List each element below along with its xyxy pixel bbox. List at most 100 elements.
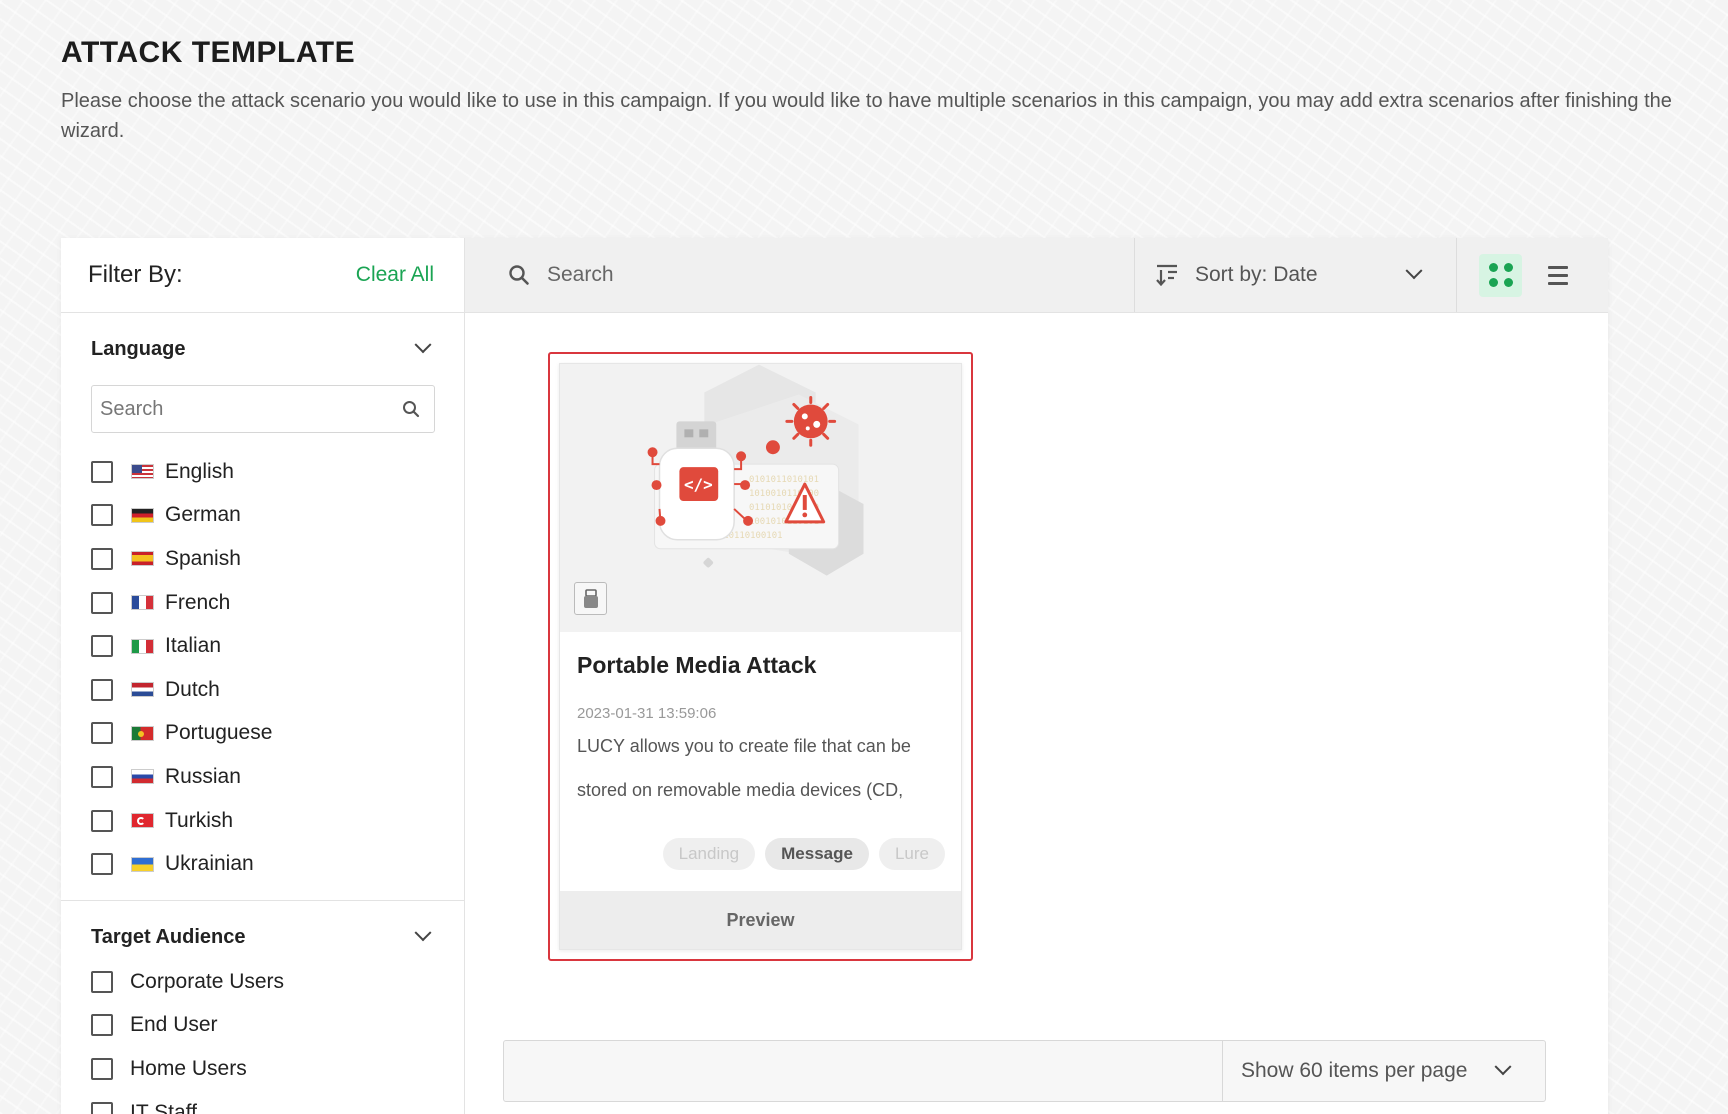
language-option-russian[interactable]: Russian	[91, 755, 435, 799]
language-option-dutch[interactable]: Dutch	[91, 668, 435, 712]
spain-flag-icon	[131, 551, 154, 567]
chevron-down-icon	[414, 924, 432, 942]
checkbox[interactable]	[91, 547, 113, 570]
language-search-box	[91, 385, 435, 433]
card-description: LUCY allows you to create file that can …	[577, 736, 911, 800]
search-icon	[509, 265, 529, 285]
option-label: Italian	[165, 634, 222, 658]
checkbox[interactable]	[91, 765, 113, 788]
items-per-page-dropdown[interactable]: Show 60 items per page	[1222, 1041, 1545, 1101]
language-section-title: Language	[91, 337, 186, 360]
option-label: End User	[130, 1013, 218, 1037]
filter-sidebar: Filter By: Clear All Language English	[61, 238, 465, 1114]
audience-section-title: Target Audience	[91, 925, 246, 948]
items-per-page-label: Show 60 items per page	[1241, 1059, 1468, 1082]
svg-text:</>: </>	[684, 475, 713, 494]
filter-header: Filter By: Clear All	[61, 238, 464, 313]
language-option-french[interactable]: French	[91, 581, 435, 625]
pagination-pages	[504, 1041, 1222, 1101]
template-card-selected[interactable]: 0101011010101 1010010110100 011010101001…	[548, 352, 973, 961]
option-label: Dutch	[165, 677, 220, 701]
template-search	[465, 238, 1135, 312]
option-label: Turkish	[165, 808, 234, 832]
france-flag-icon	[131, 595, 154, 611]
ukraine-flag-icon	[131, 856, 154, 872]
language-option-italian[interactable]: Italian	[91, 624, 435, 668]
option-label: English	[165, 459, 234, 483]
template-search-input[interactable]	[547, 263, 1107, 287]
language-filter: Language English German	[61, 313, 464, 886]
checkbox[interactable]	[91, 722, 113, 745]
language-option-turkish[interactable]: Turkish	[91, 799, 435, 843]
template-toolbar: Sort by: Date	[465, 238, 1608, 313]
template-panel: Filter By: Clear All Language English	[61, 238, 1608, 1114]
card-title: Portable Media Attack	[577, 652, 817, 678]
grid-view-button[interactable]	[1479, 253, 1522, 297]
audience-option-corporate-users[interactable]: Corporate Users	[91, 960, 435, 1004]
checkbox[interactable]	[91, 1057, 113, 1080]
page-description: Please choose the attack scenario you wo…	[61, 90, 1672, 142]
option-label: Portuguese	[165, 721, 273, 745]
search-icon[interactable]	[402, 400, 420, 418]
option-label: Spanish	[165, 546, 241, 570]
audience-option-it-staff[interactable]: IT Staff	[91, 1091, 435, 1114]
netherlands-flag-icon	[131, 682, 154, 698]
checkbox[interactable]	[91, 504, 113, 527]
tag-lure: Lure	[878, 838, 945, 870]
sort-dropdown[interactable]: Sort by: Date	[1135, 238, 1457, 312]
checkbox[interactable]	[91, 1014, 113, 1037]
chevron-down-icon	[1494, 1058, 1512, 1076]
turkey-flag-icon	[131, 813, 154, 829]
checkbox[interactable]	[91, 809, 113, 832]
us-flag-icon	[131, 464, 154, 480]
card-tags: Landing Message Lure	[662, 838, 945, 870]
checkbox[interactable]	[91, 1101, 113, 1114]
language-section-header[interactable]: Language	[91, 313, 435, 385]
sort-label: Sort by: Date	[1195, 263, 1318, 286]
option-label: German	[165, 503, 241, 527]
language-option-ukrainian[interactable]: Ukrainian	[91, 842, 435, 886]
russia-flag-icon	[131, 769, 154, 785]
checkbox[interactable]	[91, 970, 113, 993]
portugal-flag-icon	[131, 725, 154, 741]
checkbox[interactable]	[91, 591, 113, 614]
germany-flag-icon	[131, 507, 154, 523]
usb-attack-illustration: 0101011010101 1010010110100 011010101001…	[560, 364, 961, 632]
option-label: IT Staff	[130, 1100, 197, 1114]
chevron-down-icon	[414, 336, 432, 354]
option-label: Russian	[165, 764, 241, 788]
language-option-german[interactable]: German	[91, 494, 435, 538]
clear-all-link[interactable]: Clear All	[356, 263, 434, 287]
usb-device-badge-icon	[574, 582, 607, 615]
pagination-bar: Show 60 items per page	[503, 1040, 1546, 1102]
option-label: Ukrainian	[165, 852, 254, 876]
italy-flag-icon	[131, 638, 154, 654]
card-date: 2023-01-31 13:59:06	[577, 705, 717, 722]
list-view-icon[interactable]	[1548, 265, 1568, 285]
language-search-input[interactable]	[100, 397, 380, 421]
usb-malware-illustration-icon: 0101011010101 1010010110100 011010101001…	[647, 364, 864, 576]
tag-message: Message	[765, 838, 869, 870]
checkbox[interactable]	[91, 853, 113, 876]
checkbox[interactable]	[91, 460, 113, 483]
checkbox[interactable]	[91, 678, 113, 701]
preview-button[interactable]: Preview	[560, 891, 961, 949]
audience-option-home-users[interactable]: Home Users	[91, 1047, 435, 1091]
language-option-portuguese[interactable]: Portuguese	[91, 712, 435, 756]
sort-descending-icon	[1156, 264, 1177, 286]
option-label: Home Users	[130, 1056, 247, 1080]
page-title: ATTACK TEMPLATE	[61, 36, 356, 69]
option-label: French	[165, 590, 231, 614]
filter-title: Filter By:	[88, 261, 183, 288]
chevron-down-icon	[1405, 262, 1423, 280]
option-label: Corporate Users	[130, 969, 285, 993]
tag-landing: Landing	[662, 838, 756, 870]
audience-option-end-user[interactable]: End User	[91, 1004, 435, 1048]
view-toggle	[1457, 238, 1608, 312]
svg-text:0101011010101: 0101011010101	[749, 475, 819, 485]
audience-filter: Target Audience Corporate Users End User…	[61, 901, 464, 1114]
language-option-spanish[interactable]: Spanish	[91, 537, 435, 581]
checkbox[interactable]	[91, 635, 113, 658]
language-option-english[interactable]: English	[91, 450, 435, 494]
template-card[interactable]: 0101011010101 1010010110100 011010101001…	[559, 363, 962, 950]
